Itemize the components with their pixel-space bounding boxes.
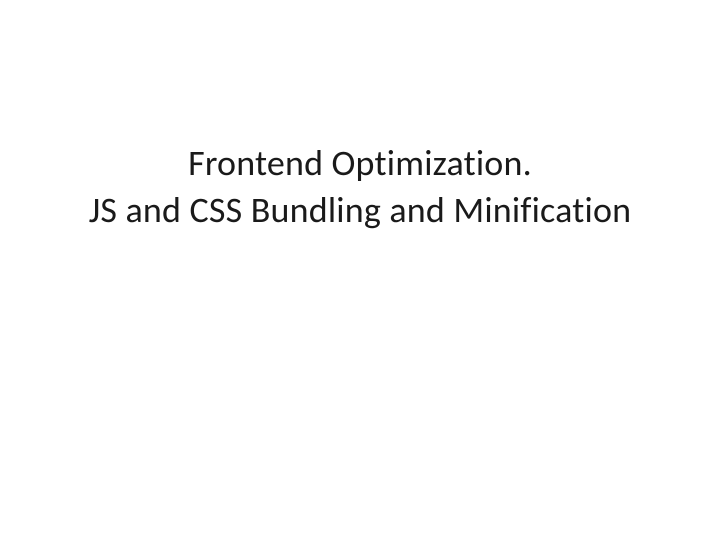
title-line-2: JS and CSS Bundling and Minification (89, 188, 632, 232)
slide-title: Frontend Optimization. JS and CSS Bundli… (45, 140, 675, 234)
slide-container: Frontend Optimization. JS and CSS Bundli… (0, 0, 720, 540)
title-line-1: Frontend Optimization. (188, 141, 532, 185)
